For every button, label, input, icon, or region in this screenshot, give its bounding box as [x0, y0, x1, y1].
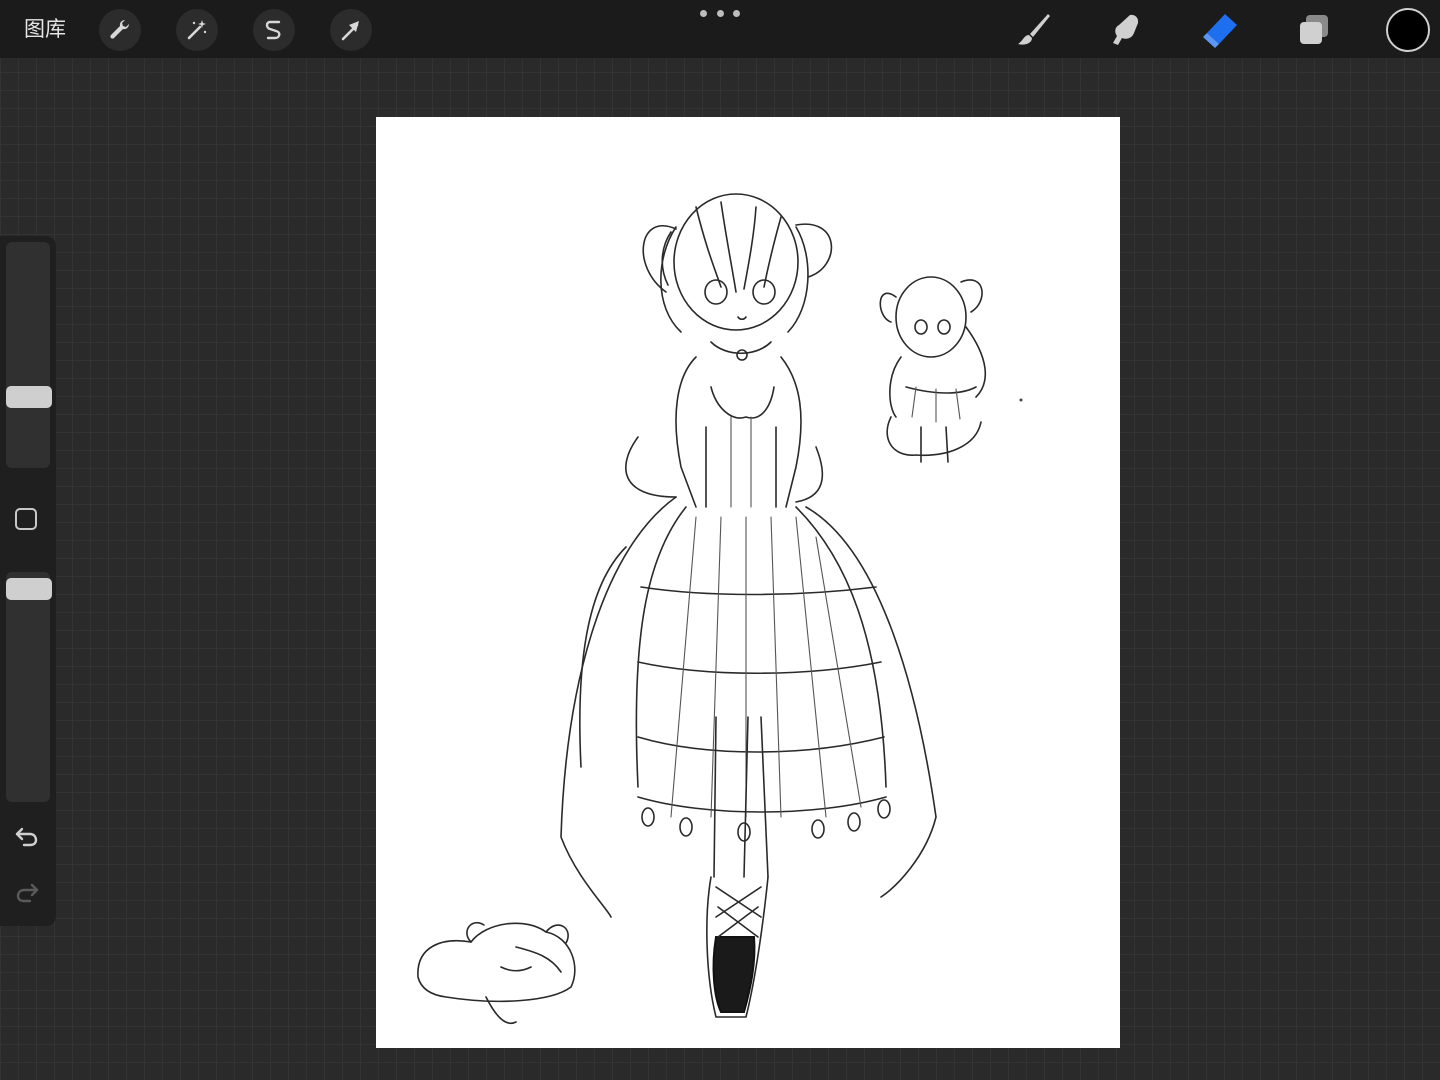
chibi-figure	[879, 276, 1023, 463]
gallery-button[interactable]: 图库	[24, 14, 66, 44]
left-sidebar	[0, 236, 56, 926]
opacity-slider[interactable]	[6, 572, 50, 802]
drawing-canvas[interactable]	[376, 117, 1120, 1048]
brush-tool-button[interactable]	[1013, 10, 1053, 50]
arrow-cursor-icon	[341, 21, 359, 41]
smudge-tool-button[interactable]	[1107, 10, 1147, 50]
undo-button[interactable]	[12, 821, 42, 851]
main-figure	[560, 193, 937, 1018]
ellipsis-icon	[700, 9, 707, 17]
color-picker-button[interactable]	[1386, 8, 1430, 52]
layers-button[interactable]	[1294, 10, 1334, 50]
more-menu-button[interactable]	[700, 6, 740, 20]
adjustments-button[interactable]	[176, 9, 218, 51]
selection-button[interactable]	[253, 9, 295, 51]
redo-button[interactable]	[12, 877, 42, 907]
eraser-icon	[1203, 14, 1237, 48]
magic-wand-icon	[187, 20, 207, 40]
brush-icon	[1018, 14, 1050, 45]
undo-icon	[15, 827, 38, 847]
layers-icon	[1300, 15, 1328, 44]
brush-size-thumb[interactable]	[6, 386, 52, 408]
wrench-icon	[110, 19, 130, 39]
redo-icon	[16, 883, 39, 903]
eraser-tool-button[interactable]	[1200, 10, 1240, 50]
selection-s-icon	[265, 20, 281, 40]
top-toolbar: 图库	[0, 0, 1440, 58]
sleeping-figure	[417, 922, 576, 1024]
smudge-finger-icon	[1113, 14, 1139, 45]
brush-size-slider[interactable]	[6, 242, 50, 468]
opacity-thumb[interactable]	[6, 578, 52, 600]
transform-button[interactable]	[330, 9, 372, 51]
sketch-drawing	[417, 193, 1023, 1024]
modify-button[interactable]	[15, 508, 37, 530]
actions-button[interactable]	[99, 9, 141, 51]
